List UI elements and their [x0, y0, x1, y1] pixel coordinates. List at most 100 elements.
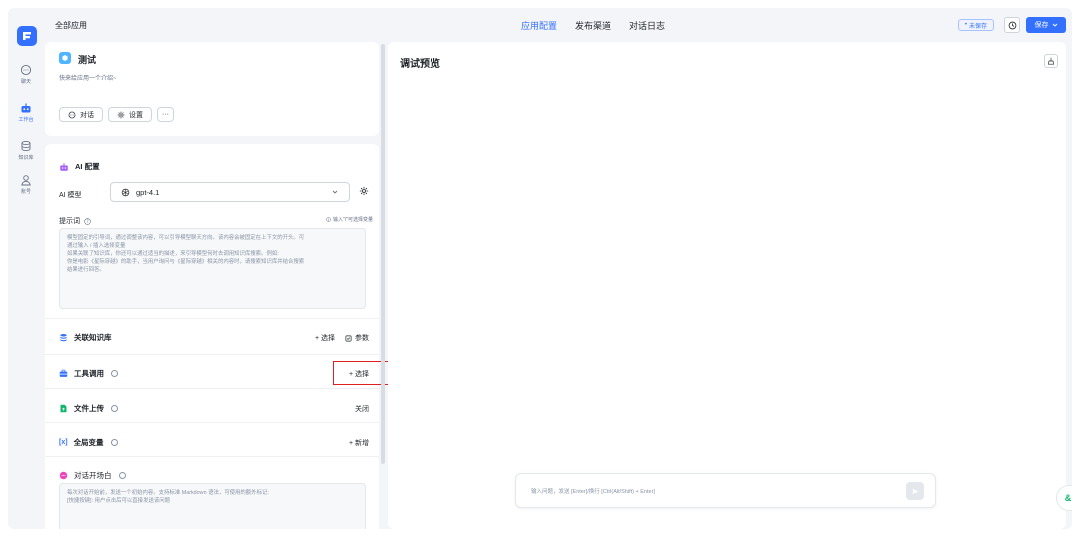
prompt-hint: 输入"/"可选择变量	[326, 216, 373, 223]
help-icon[interactable]	[111, 405, 118, 412]
tab-app-config[interactable]: 应用配置	[521, 19, 557, 32]
assistant-icon: &	[1064, 493, 1072, 503]
history-button[interactable]	[1004, 17, 1020, 33]
chat-input-placeholder: 输入问题，发送 [Enter]/换行 [Ctrl(Alt/Shift) + En…	[531, 489, 655, 495]
database-icon	[60, 333, 67, 342]
info-icon	[326, 217, 331, 222]
chat-icon	[68, 111, 76, 118]
variables-add-button[interactable]: + 新增	[349, 438, 369, 448]
app-avatar-icon	[59, 52, 71, 64]
prompt-label-text: 提示词	[59, 218, 80, 225]
variables-section-label: 全局变量	[73, 438, 104, 447]
config-card: AI 配置 AI 模型 gpt-4.1 提示词 ? 输入"/"可选择变量 模型固…	[45, 144, 379, 529]
tab-publish[interactable]: 发布渠道	[575, 19, 611, 32]
user-icon	[21, 174, 31, 185]
variables-actions: + 新增	[349, 438, 369, 448]
settings-button[interactable]: 设置	[108, 107, 152, 122]
prompt-label: 提示词 ?	[59, 216, 91, 226]
model-value: gpt-4.1	[136, 187, 160, 197]
file-upload-section-label: 文件上传	[74, 404, 104, 413]
rail-item-label: 聊天	[20, 78, 31, 85]
divider	[45, 422, 379, 423]
prompt-textarea[interactable]: 模型固定的引导词，通过调整该内容，可以引导模型聊天方向。该内容会被固定在上下文的…	[59, 228, 366, 309]
opener-section-title: 对话开场白	[59, 470, 126, 481]
prompt-placeholder-line: 结果进行回答。	[67, 267, 105, 273]
model-select[interactable]: gpt-4.1	[110, 182, 350, 202]
chat-button-label: 对话	[80, 111, 94, 119]
knowledge-select-button[interactable]: + 选择	[315, 333, 335, 343]
svg-text:?: ?	[86, 218, 88, 223]
app-actions: 对话 设置 ···	[59, 107, 174, 122]
openai-icon	[121, 188, 130, 196]
chevron-down-icon	[1052, 23, 1057, 27]
opener-placeholder-line: [快捷按键]: 用户点击后可以直接发送该问题	[67, 498, 171, 504]
highlight-box	[333, 361, 396, 385]
divider	[45, 388, 379, 389]
app-intro[interactable]: 快来给应用一个介绍~	[59, 73, 117, 82]
rail-item-account[interactable]: 账号	[10, 168, 42, 200]
variables-section-title: [x] 全局变量	[59, 437, 118, 448]
divider	[45, 318, 379, 319]
rail-item-chat[interactable]: 聊天	[10, 58, 42, 90]
unsaved-label: 未保存	[968, 23, 987, 30]
preview-title: 调试预览	[400, 59, 440, 70]
app-logo[interactable]	[17, 26, 37, 46]
nav-rail: 聊天 工作台 知识库 账号	[8, 8, 44, 529]
robot-icon	[60, 162, 68, 171]
more-button[interactable]: ···	[157, 107, 174, 122]
clock-icon	[1008, 21, 1016, 29]
knowledge-params-label: 参数	[355, 335, 369, 342]
tab-chat-logs[interactable]: 对话日志	[629, 19, 665, 32]
clear-chat-button[interactable]	[1044, 54, 1058, 68]
breadcrumb[interactable]: 全部应用	[55, 20, 87, 31]
rail-item-knowledge[interactable]: 知识库	[10, 134, 42, 166]
send-icon	[911, 488, 919, 494]
divider	[45, 354, 379, 355]
file-upload-status: 关闭	[355, 404, 369, 414]
opener-textarea[interactable]: 每次对话开始前，发送一个初始内容。支持标准 Markdown 语法，可使用的额外…	[59, 483, 366, 529]
chat-input[interactable]: 输入问题，发送 [Enter]/换行 [Ctrl(Alt/Shift) + En…	[515, 473, 936, 508]
model-label: AI 模型	[59, 192, 82, 199]
help-icon[interactable]	[111, 370, 118, 377]
tools-section-label: 工具调用	[74, 369, 104, 378]
app-info-card: 测试 快来给应用一个介绍~ 对话 设置 ···	[45, 42, 379, 136]
chat-button[interactable]: 对话	[59, 107, 103, 122]
rail-item-label: 账号	[20, 188, 31, 195]
rail-item-workbench[interactable]: 工作台	[10, 96, 42, 128]
more-icon: ···	[162, 111, 169, 118]
toolbox-icon	[59, 369, 68, 377]
help-icon[interactable]	[110, 439, 118, 446]
app-name: 测试	[78, 55, 97, 65]
save-label: 保存	[1034, 22, 1049, 29]
help-icon[interactable]	[118, 472, 126, 479]
preview-panel: 调试预览 输入问题，发送 [Enter]/换行 [Ctrl(Alt/Shift)…	[388, 42, 1066, 529]
prompt-hint-text: 输入"/"可选择变量	[333, 217, 373, 223]
model-settings-gear-icon[interactable]	[359, 186, 369, 196]
tab-bar: 应用配置 发布渠道 对话日志	[521, 19, 665, 32]
help-icon[interactable]: ?	[84, 217, 91, 225]
database-icon	[21, 140, 31, 151]
knowledge-params-button[interactable]: 参数	[345, 333, 369, 343]
rail-item-label: 知识库	[18, 154, 34, 161]
settings-button-label: 设置	[129, 111, 143, 119]
opener-placeholder-line: 每次对话开始前，发送一个初始内容。支持标准 Markdown 语法，可使用的额外…	[67, 490, 269, 496]
ai-config-title: AI 配置	[59, 161, 100, 172]
chat-icon	[20, 64, 32, 75]
divider	[45, 456, 379, 457]
knowledge-section-label: 关联知识库	[74, 333, 112, 342]
prompt-placeholder-line: 通过输入 / 插入选择变量	[67, 243, 126, 249]
send-button[interactable]	[906, 482, 924, 500]
config-scrollbar[interactable]	[381, 44, 385, 464]
file-upload-toggle[interactable]: 关闭	[355, 404, 369, 414]
prompt-placeholder-line: 如果关联了知识库，你还可以通过适当的描述，来引导模型何时去调用知识库搜索。例如:	[67, 251, 279, 257]
params-icon	[345, 335, 352, 341]
prompt-placeholder-line: 模型固定的引导词，通过调整该内容，可以引导模型聊天方向。该内容会被固定在上下文的…	[67, 235, 305, 241]
save-button[interactable]: 保存	[1026, 17, 1066, 33]
tools-section-title: 工具调用	[59, 368, 118, 379]
file-upload-section-title: 文件上传	[59, 403, 118, 414]
top-bar: 全部应用 应用配置 发布渠道 对话日志 • 未保存 保存	[44, 8, 1072, 42]
rail-item-label: 工作台	[18, 116, 34, 123]
prompt-placeholder-line: 你是电影《星际穿越》的助手，当用户询问与《星际穿越》相关的内容时，请搜索知识库并…	[67, 259, 305, 265]
opener-icon	[59, 471, 68, 480]
robot-icon	[21, 103, 31, 112]
